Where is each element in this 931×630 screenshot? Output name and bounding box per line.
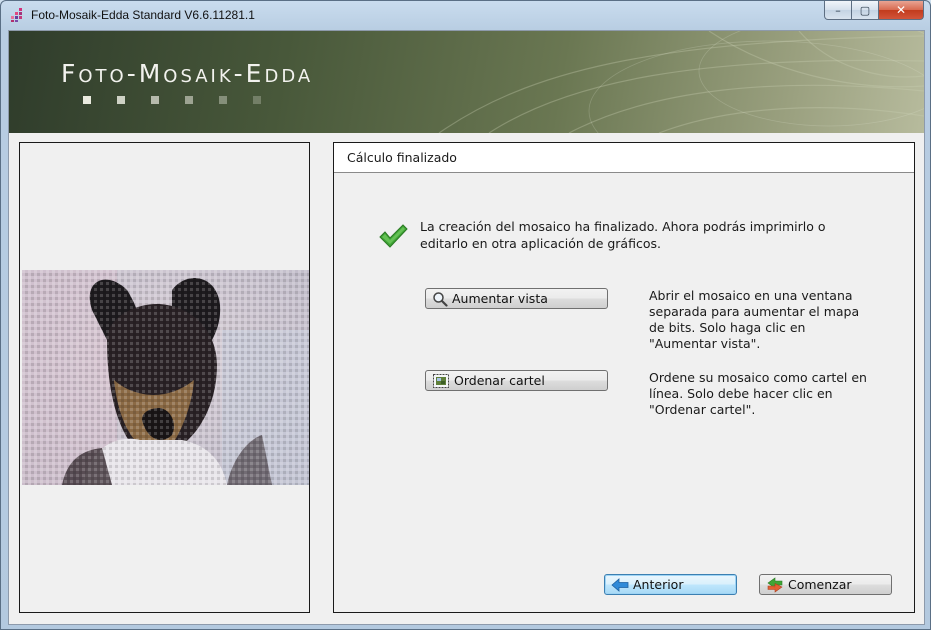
app-logo-icon [11, 8, 22, 22]
close-button[interactable]: ✕ [879, 1, 924, 20]
maximize-button[interactable]: ▢ [852, 1, 879, 20]
start-label: Comenzar [788, 577, 852, 592]
start-button[interactable]: Comenzar [759, 574, 892, 595]
window-title: Foto-Mosaik-Edda Standard V6.6.11281.1 [31, 8, 255, 22]
order-poster-button[interactable]: Ordenar cartel [425, 370, 608, 391]
back-label: Anterior [633, 577, 684, 592]
banner: Foto-Mosaik-Edda [9, 31, 924, 133]
zoom-view-description: Abrir el mosaico en una ventana separada… [649, 288, 860, 351]
result-panel: Cálculo finalizado La creación del mosai… [333, 142, 915, 613]
order-poster-label: Ordenar cartel [454, 373, 545, 388]
order-poster-description: Ordene su mosaico como cartel en línea. … [649, 370, 867, 417]
app-window: Foto-Mosaik-Edda Standard V6.6.11281.1 –… [0, 0, 931, 630]
zoom-view-label: Aumentar vista [452, 291, 548, 306]
checkmark-icon [379, 224, 408, 248]
banner-dots [83, 96, 261, 104]
window-controls: – ▢ ✕ [824, 1, 924, 21]
arrow-left-icon [611, 577, 629, 592]
back-button[interactable]: Anterior [604, 574, 737, 595]
completion-message: La creación del mosaico ha finalizado. A… [420, 219, 826, 251]
panel-heading: Cálculo finalizado [334, 143, 914, 173]
mosaic-preview-image [22, 270, 309, 485]
minimize-button[interactable]: – [824, 1, 852, 20]
zoom-view-button[interactable]: Aumentar vista [425, 288, 608, 309]
magnifier-icon [433, 291, 448, 307]
client-area: Foto-Mosaik-Edda Cálculo finalizado La c… [8, 30, 925, 625]
title-bar[interactable]: Foto-Mosaik-Edda Standard V6.6.11281.1 –… [1, 1, 930, 29]
poster-icon [433, 373, 449, 388]
mosaic-preview-panel [19, 142, 310, 613]
banner-title: Foto-Mosaik-Edda [61, 59, 314, 88]
restart-arrows-icon [767, 576, 783, 593]
